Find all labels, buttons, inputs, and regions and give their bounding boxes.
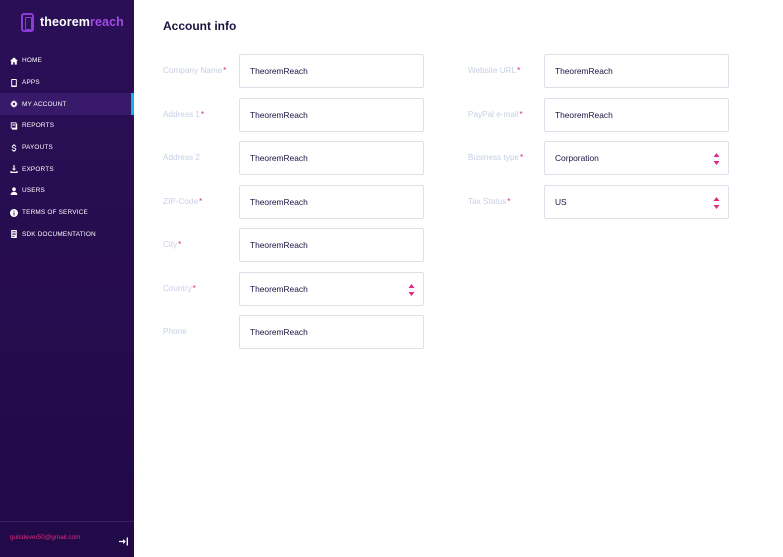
zip-code-input[interactable]: TheoremReach	[239, 185, 424, 219]
address-1-input[interactable]: TheoremReach	[239, 98, 424, 132]
sidebar-item-users[interactable]: USERS	[0, 180, 134, 202]
sidebar-footer: gulsdever50@gmail.com	[0, 521, 134, 557]
sidebar-item-exports[interactable]: EXPORTS	[0, 158, 134, 180]
website-url-label: Website URL*	[468, 66, 521, 75]
user-icon	[10, 186, 18, 195]
phone-icon	[10, 78, 18, 87]
phone-label: Phone	[163, 327, 187, 336]
sidebar-item-label: MY ACCOUNT	[22, 100, 67, 108]
country-select-value: TheoremReach	[250, 284, 308, 294]
tax-status-select[interactable]: US	[544, 185, 729, 219]
address-1-label: Address 1*	[163, 110, 205, 119]
business-type-select[interactable]: Corporation	[544, 141, 729, 175]
logout-icon[interactable]	[119, 533, 128, 546]
website-url-input[interactable]: TheoremReach	[544, 54, 729, 88]
city-input[interactable]: TheoremReach	[239, 228, 424, 262]
business-type-label: Business type*	[468, 153, 524, 162]
home-icon	[10, 56, 18, 65]
sidebar-item-reports[interactable]: REPORTS	[0, 115, 134, 137]
tax-status-select-value: US	[555, 197, 567, 207]
sidebar-item-sdk-documentation[interactable]: SDK DOCUMENTATION	[0, 224, 134, 246]
sidebar-item-home[interactable]: HOME	[0, 50, 134, 72]
download-icon	[10, 165, 18, 174]
sidebar: theoremreach HOME APPS MY ACCOUNT REPORT…	[0, 0, 134, 557]
gear-icon	[10, 100, 18, 109]
paypal-email-input[interactable]: TheoremReach	[544, 98, 729, 132]
sidebar-nav: HOME APPS MY ACCOUNT REPORTS PAYOUTS EXP…	[0, 50, 134, 245]
reports-icon	[10, 121, 18, 130]
country-label: Country*	[163, 284, 196, 293]
logo-phone-icon	[21, 12, 34, 32]
sidebar-item-label: HOME	[22, 57, 42, 65]
sidebar-item-label: SDK DOCUMENTATION	[22, 230, 96, 238]
address-2-label: Address 2	[163, 153, 200, 162]
select-arrows-icon	[713, 152, 720, 166]
document-icon	[10, 230, 18, 239]
sidebar-item-label: APPS	[22, 79, 40, 87]
user-email: gulsdever50@gmail.com	[10, 534, 81, 541]
city-label: City*	[163, 240, 182, 249]
sidebar-item-my-account[interactable]: MY ACCOUNT	[0, 93, 134, 116]
sidebar-item-label: PAYOUTS	[22, 144, 53, 152]
country-select[interactable]: TheoremReach	[239, 272, 424, 306]
address-2-input[interactable]: TheoremReach	[239, 141, 424, 175]
sidebar-item-label: EXPORTS	[22, 165, 54, 173]
business-type-select-value: Corporation	[555, 153, 599, 163]
page-title: Account info	[163, 19, 237, 33]
select-arrows-icon	[713, 196, 720, 210]
logo[interactable]: theoremreach	[21, 12, 124, 32]
paypal-email-label: PayPal e-mail*	[468, 110, 523, 119]
logo-text: theoremreach	[40, 15, 124, 29]
sidebar-item-label: REPORTS	[22, 122, 55, 130]
tax-status-label: Tax Status*	[468, 197, 511, 206]
main-content: Account info Company Name* TheoremReach …	[134, 0, 783, 557]
dollar-icon	[10, 143, 18, 152]
sidebar-item-payouts[interactable]: PAYOUTS	[0, 137, 134, 159]
zip-code-label: ZIP-Code*	[163, 197, 203, 206]
sidebar-item-label: USERS	[22, 187, 46, 195]
sidebar-item-label: TERMS OF SERVICE	[22, 209, 88, 217]
select-arrows-icon	[408, 283, 415, 297]
info-icon	[10, 208, 18, 217]
sidebar-item-terms-of-service[interactable]: TERMS OF SERVICE	[0, 202, 134, 224]
sidebar-item-apps[interactable]: APPS	[0, 72, 134, 94]
company-name-label: Company Name*	[163, 66, 227, 75]
phone-input[interactable]: TheoremReach	[239, 315, 424, 349]
company-name-input[interactable]: TheoremReach	[239, 54, 424, 88]
